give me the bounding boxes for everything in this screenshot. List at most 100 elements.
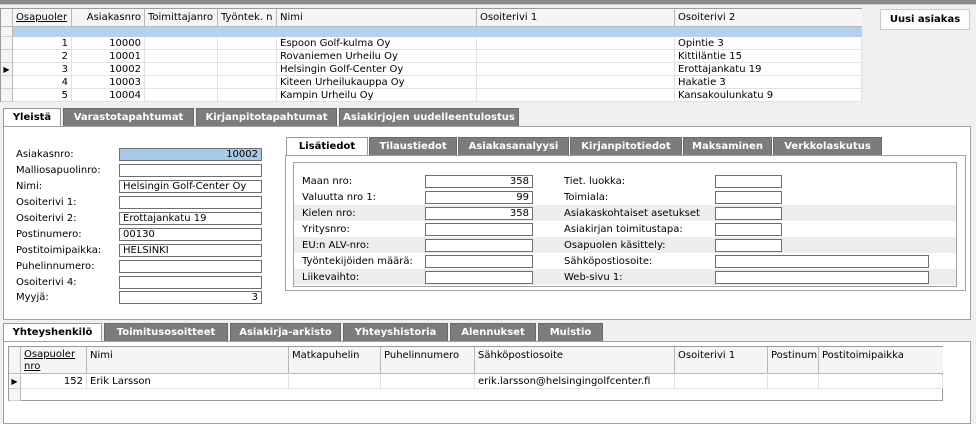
table-row[interactable] xyxy=(9,389,943,401)
tab-yhteyshenkilo[interactable]: Yhteyshenkilö xyxy=(3,323,102,342)
column-header-osapuolinro[interactable]: Osapuoler xyxy=(13,9,72,27)
cell-toimittajanro[interactable] xyxy=(145,63,218,76)
cell-osoiterivi2[interactable]: Erottajankatu 19 xyxy=(675,63,862,76)
column-header-osapuolinro[interactable]: Osapuoler nro xyxy=(21,347,87,374)
tab-yhteyshistoria[interactable]: Yhteyshistoria xyxy=(343,323,448,341)
tab-tilaustiedot[interactable]: Tilaustiedot xyxy=(369,137,457,155)
cell-osoiterivi2[interactable]: Kittiläntie 15 xyxy=(675,50,862,63)
tab-lisatiedot[interactable]: Lisätiedot xyxy=(286,137,368,156)
liikevaihto-field[interactable] xyxy=(425,271,533,284)
row-marker[interactable] xyxy=(1,37,13,50)
asiakasnro-field[interactable]: 10002 xyxy=(119,148,262,161)
tab-kirjanpitotapahtumat[interactable]: Kirjanpitotapahtumat xyxy=(196,108,337,126)
column-header-sahkopostiosoite[interactable]: Sähköpostiosoite xyxy=(475,347,675,374)
tab-toimitusosoitteet[interactable]: Toimitusosoitteet xyxy=(104,323,228,341)
cell-osoiterivi2[interactable]: Opintie 3 xyxy=(675,37,862,50)
cell-tyontekija[interactable] xyxy=(218,50,277,63)
cell-matkapuhelin[interactable] xyxy=(289,375,381,389)
cell-osoiterivi2[interactable]: Kansakoulunkatu 9 xyxy=(675,89,862,102)
nimi-field[interactable]: Helsingin Golf-Center Oy xyxy=(119,180,262,193)
column-header-puhelinnumero[interactable]: Puhelinnumero xyxy=(381,347,475,374)
column-header-osoiterivi1[interactable]: Osoiterivi 1 xyxy=(675,347,768,374)
cell-osapuolinro[interactable]: 2 xyxy=(13,50,72,63)
cell-osoiterivi1[interactable] xyxy=(675,375,768,389)
table-row[interactable]: 1 10000 Espoon Golf-kulma Oy Opintie 3 xyxy=(1,37,862,50)
tab-asiakirjojen-uudelleentulostus[interactable]: Asiakirjojen uudelleentulostus xyxy=(339,108,519,126)
cell-tyontekija[interactable] xyxy=(218,63,277,76)
column-header-asiakasnro[interactable]: Asiakasnro xyxy=(72,9,145,27)
tab-verkkolaskutus[interactable]: Verkkolaskutus xyxy=(773,137,882,155)
kielen-nro-field[interactable]: 358 xyxy=(425,207,533,220)
cell-toimittajanro[interactable] xyxy=(145,50,218,63)
cell-osoiterivi1[interactable] xyxy=(477,63,675,76)
current-row-arrow-icon[interactable]: ▶ xyxy=(1,63,13,76)
cell-asiakasnro[interactable]: 10000 xyxy=(72,37,145,50)
tyontekijoiden-maara-field[interactable] xyxy=(425,255,533,268)
asiakirjan-toimitustapa-field[interactable] xyxy=(715,223,782,236)
eu-alv-nro-field[interactable] xyxy=(425,239,533,252)
cell-toimittajanro[interactable] xyxy=(145,37,218,50)
cell-tyontekija[interactable] xyxy=(218,89,277,102)
column-header-nimi[interactable]: Nimi xyxy=(277,9,477,27)
puhelinnumero-field[interactable] xyxy=(119,260,262,273)
cell-osapuolinro[interactable]: 3 xyxy=(13,63,72,76)
cell-postinum[interactable] xyxy=(768,375,819,389)
cell-osoiterivi1[interactable] xyxy=(477,37,675,50)
table-row[interactable]: 4 10003 Kiteen Urheilukauppa Oy Hakatie … xyxy=(1,76,862,89)
new-record-row[interactable] xyxy=(13,27,862,37)
cell-nimi[interactable]: Erik Larsson xyxy=(87,375,289,389)
cell-asiakasnro[interactable]: 10004 xyxy=(72,89,145,102)
malliosapuolinro-field[interactable] xyxy=(119,164,262,177)
cell-puhelinnumero[interactable] xyxy=(381,375,475,389)
valuutta-nro-1-field[interactable]: 99 xyxy=(425,191,533,204)
column-header-postinum[interactable]: Postinum xyxy=(768,347,819,374)
myyja-field[interactable]: 3 xyxy=(119,291,262,304)
new-customer-button[interactable]: Uusi asiakas xyxy=(880,9,970,30)
tab-asiakasanalyysi[interactable]: Asiakasanalyysi xyxy=(458,137,569,155)
osoiterivi1-field[interactable] xyxy=(119,196,262,209)
table-row[interactable]: 5 10004 Kampin Urheilu Oy Kansakoulunkat… xyxy=(1,89,862,102)
tab-muistio[interactable]: Muistio xyxy=(538,323,603,341)
column-header-matkapuhelin[interactable]: Matkapuhelin xyxy=(289,347,381,374)
row-marker[interactable] xyxy=(1,27,13,37)
osoiterivi2-field[interactable]: Erottajankatu 19 xyxy=(119,212,262,225)
cell-toimittajanro[interactable] xyxy=(145,76,218,89)
row-marker[interactable] xyxy=(1,89,13,102)
column-header-postitoimipaikka[interactable]: Postitoimipaikka xyxy=(819,347,943,374)
column-header-osoiterivi2[interactable]: Osoiterivi 2 xyxy=(675,9,862,27)
osoiterivi4-field[interactable] xyxy=(119,276,262,289)
cell-asiakasnro[interactable]: 10003 xyxy=(72,76,145,89)
cell-nimi[interactable]: Espoon Golf-kulma Oy xyxy=(277,37,477,50)
cell-sahkopostiosoite[interactable]: erik.larsson@helsingingolfcenter.fi xyxy=(475,375,675,389)
cell-osapuolinro[interactable]: 4 xyxy=(13,76,72,89)
customer-grid[interactable]: Osapuoler Asiakasnro Toimittajanro Työnt… xyxy=(0,8,862,102)
cell-osapuolinro[interactable]: 152 xyxy=(21,375,87,389)
cell-nimi[interactable]: Helsingin Golf-Center Oy xyxy=(277,63,477,76)
contact-grid[interactable]: Osapuoler nro Nimi Matkapuhelin Puhelinn… xyxy=(8,346,943,401)
cell-osoiterivi1[interactable] xyxy=(477,89,675,102)
cell-osapuolinro[interactable]: 1 xyxy=(13,37,72,50)
tab-kirjanpitotiedot[interactable]: Kirjanpitotiedot xyxy=(570,137,682,155)
cell-asiakasnro[interactable]: 10002 xyxy=(72,63,145,76)
cell-postitoimipaikka[interactable] xyxy=(819,375,943,389)
asiakaskohtaiset-asetukset-field[interactable] xyxy=(715,207,782,220)
tab-maksaminen[interactable]: Maksaminen xyxy=(683,137,772,155)
cell-tyontekija[interactable] xyxy=(218,37,277,50)
toimiala-field[interactable] xyxy=(715,191,782,204)
row-marker[interactable] xyxy=(9,389,21,401)
row-marker[interactable] xyxy=(1,76,13,89)
table-row[interactable]: ▶ 3 10002 Helsingin Golf-Center Oy Erott… xyxy=(1,63,862,76)
cell-toimittajanro[interactable] xyxy=(145,89,218,102)
row-marker[interactable] xyxy=(1,50,13,63)
cell-nimi[interactable]: Kampin Urheilu Oy xyxy=(277,89,477,102)
cell-osoiterivi1[interactable] xyxy=(477,50,675,63)
tab-yleista[interactable]: Yleistä xyxy=(3,108,61,127)
current-row-arrow-icon[interactable]: ▶ xyxy=(9,375,21,389)
osapuolen-kasittely-field[interactable] xyxy=(715,239,782,252)
tab-varastotapahtumat[interactable]: Varastotapahtumat xyxy=(63,108,194,126)
cell-nimi[interactable]: Rovaniemen Urheilu Oy xyxy=(277,50,477,63)
table-row[interactable]: 2 10001 Rovaniemen Urheilu Oy Kittilänti… xyxy=(1,50,862,63)
cell-tyontekija[interactable] xyxy=(218,76,277,89)
postinumero-field[interactable]: 00130 xyxy=(119,228,262,241)
postitoimipaikka-field[interactable]: HELSINKI xyxy=(119,244,262,257)
